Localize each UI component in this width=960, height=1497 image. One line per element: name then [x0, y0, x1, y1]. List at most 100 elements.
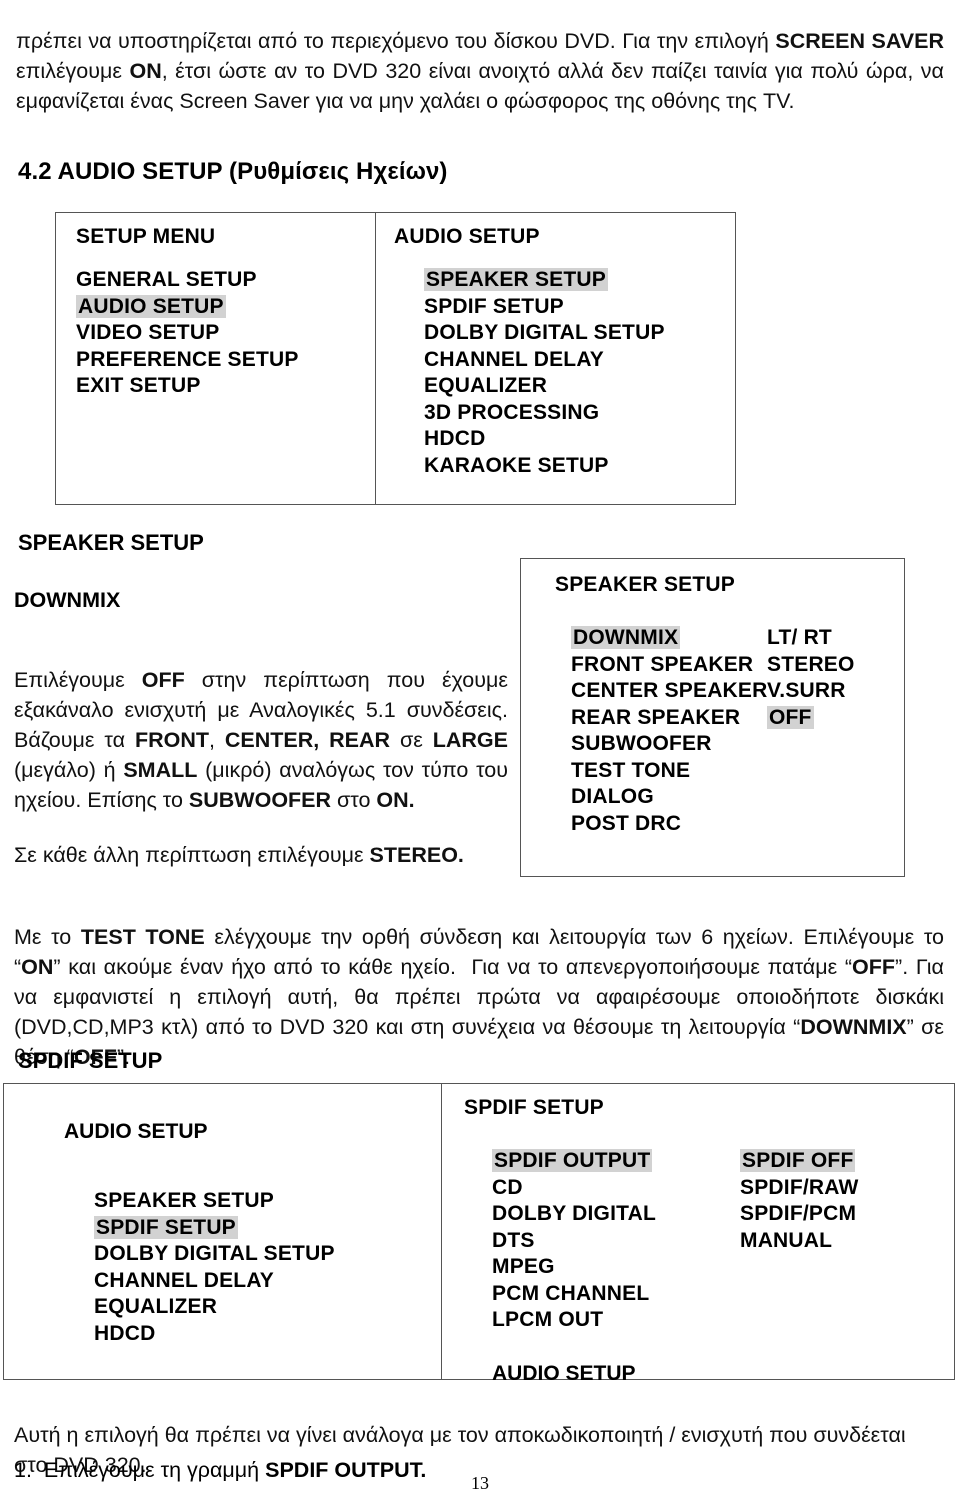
front-term: FRONT — [134, 727, 209, 752]
list-item[interactable]: PREFERENCE SETUP — [76, 347, 375, 374]
downmix-term: DOWNMIX — [800, 1014, 907, 1039]
list-item[interactable]: DOLBY DIGITAL SETUP — [424, 320, 733, 347]
table-row[interactable]: SPDIF OUTPUT SPDIF OFF — [492, 1148, 954, 1175]
spdif-label-pcm-channel: PCM CHANNEL — [492, 1281, 650, 1305]
speaker-label-front: FRONT SPEAKER — [571, 652, 754, 676]
audio-setup-list: SPEAKER SETUP SPDIF SETUP DOLBY DIGITAL … — [424, 267, 733, 479]
intro-text-b: επιλέγουμε — [16, 58, 130, 83]
audio-setup-right-pane: AUDIO SETUP SPEAKER SETUP SPDIF SETUP DO… — [375, 213, 733, 504]
table-row[interactable]: MPEG — [492, 1254, 954, 1281]
audio-item-spdif-setup: SPDIF SETUP — [424, 294, 564, 318]
section-heading: 4.2 AUDIO SETUP (Ρυθμίσεις Ηχείων) — [18, 158, 448, 185]
audio-item-3d-processing: 3D PROCESSING — [424, 400, 600, 424]
table-row[interactable]: SUBWOOFER — [571, 731, 904, 758]
speaker-label-subwoofer: SUBWOOFER — [571, 732, 712, 755]
spdif-value-spdif-pcm: SPDIF/PCM — [740, 1202, 857, 1225]
speaker-value-rear: OFF — [767, 705, 814, 732]
spdif-value-spdif-raw: SPDIF/RAW — [740, 1175, 859, 1199]
table-row[interactable]: POST DRC — [571, 811, 904, 838]
speaker-label-test-tone: TEST TONE — [571, 758, 691, 782]
audio-item-equalizer: EQUALIZER — [424, 374, 548, 397]
spdif-row-label: SPDIF OUTPUT — [492, 1148, 740, 1175]
table-row[interactable]: CENTER SPEAKER V.SURR — [571, 678, 904, 705]
list-item[interactable]: EXIT SETUP — [76, 373, 375, 400]
spdif-left-item-channel-delay: CHANNEL DELAY — [94, 1268, 274, 1292]
setup-menu-left-pane: SETUP MENU GENERAL SETUP AUDIO SETUP VID… — [56, 213, 375, 504]
off-term: OFF — [141, 667, 185, 692]
list-item[interactable]: SPDIF SETUP — [94, 1215, 441, 1242]
table-row[interactable]: DTS MANUAL — [492, 1228, 954, 1255]
spdif-left-pane: AUDIO SETUP SPEAKER SETUP SPDIF SETUP DO… — [4, 1084, 441, 1379]
list-item[interactable]: CHANNEL DELAY — [424, 347, 733, 374]
list-item[interactable]: GENERAL SETUP — [76, 267, 375, 294]
table-row[interactable]: PCM CHANNEL — [492, 1281, 954, 1308]
spdif-left-item-spdif-setup: SPDIF SETUP — [94, 1215, 238, 1239]
table-row[interactable]: CD SPDIF/RAW — [492, 1175, 954, 1202]
test-tone-term: TEST TONE — [80, 924, 205, 949]
setup-menu-item-general: GENERAL SETUP — [76, 268, 257, 291]
list-item[interactable]: CHANNEL DELAY — [94, 1268, 441, 1295]
spdif-label-dolby-digital: DOLBY DIGITAL — [492, 1202, 656, 1225]
setup-menu-item-preference: PREFERENCE SETUP — [76, 347, 299, 371]
setup-menu-item-audio: AUDIO SETUP — [76, 294, 226, 318]
list-item[interactable]: KARAOKE SETUP — [424, 453, 733, 480]
spdif-left-item-equalizer: EQUALIZER — [94, 1295, 218, 1318]
list-item[interactable]: HDCD — [94, 1321, 441, 1348]
table-row[interactable]: DOWNMIX LT/ RT — [571, 625, 904, 652]
spdif-label-dts: DTS — [492, 1228, 535, 1252]
on-term: ON — [129, 58, 162, 83]
spdif-left-list: SPEAKER SETUP SPDIF SETUP DOLBY DIGITAL … — [94, 1188, 441, 1347]
spdif-left-item-dolby-digital-setup: DOLBY DIGITAL SETUP — [94, 1242, 335, 1265]
list-item[interactable]: EQUALIZER — [424, 373, 733, 400]
sp-text-d — [319, 728, 329, 752]
speaker-label-dialog: DIALOG — [571, 785, 654, 808]
list-item[interactable]: SPEAKER SETUP — [424, 267, 733, 294]
mid-text-a: Με το — [14, 924, 81, 949]
audio-item-dolby-digital-setup: DOLBY DIGITAL SETUP — [424, 321, 665, 344]
spdif-left-item-hdcd: HDCD — [94, 1321, 156, 1345]
setup-menu-screenshot: SETUP MENU GENERAL SETUP AUDIO SETUP VID… — [55, 212, 736, 505]
spdif-label-lpcm-out: LPCM OUT — [492, 1308, 604, 1331]
table-row[interactable]: DIALOG — [571, 784, 904, 811]
list-item[interactable]: SPDIF SETUP — [424, 294, 733, 321]
table-row[interactable]: TEST TONE — [571, 758, 904, 785]
speaker-value-rear-text: OFF — [767, 705, 814, 729]
spdif-label-mpeg: MPEG — [492, 1255, 555, 1278]
list-item[interactable]: DOLBY DIGITAL SETUP — [94, 1241, 441, 1268]
small-term: SMALL — [123, 757, 198, 782]
speaker-label-post-drc: POST DRC — [571, 811, 682, 835]
intro-paragraph: πρέπει να υποστηρίζεται από το περιεχόμε… — [16, 26, 944, 116]
list-item[interactable]: SPEAKER SETUP — [94, 1188, 441, 1215]
screen-saver-term: SCREEN SAVER — [775, 28, 944, 53]
mid-text-c: ” και ακούμε έναν ήχο από το κάθε ηχείο.… — [53, 954, 853, 979]
speaker-label-center: CENTER SPEAKER — [571, 679, 768, 702]
subwoofer-term: SUBWOOFER — [188, 787, 332, 812]
spdif-left-title: AUDIO SETUP — [64, 1120, 208, 1143]
intro-text-a: πρέπει να υποστηρίζεται από το περιεχόμε… — [16, 28, 776, 53]
setup-menu-item-video: VIDEO SETUP — [76, 321, 220, 344]
spdif-value-0: SPDIF OFF — [740, 1148, 856, 1175]
spdif-value-manual: MANUAL — [740, 1228, 833, 1252]
rear-term: REAR — [329, 727, 391, 752]
page-number: 13 — [471, 1473, 489, 1493]
table-row[interactable]: LPCM OUT — [492, 1307, 954, 1334]
table-row[interactable]: REAR SPEAKER OFF — [571, 705, 904, 732]
table-row[interactable]: FRONT SPEAKER STEREO — [571, 652, 904, 679]
spdif-value-spdif-off: SPDIF OFF — [740, 1149, 856, 1172]
list-item[interactable]: AUDIO SETUP — [76, 294, 375, 321]
speaker-row-label: DOWNMIX — [571, 625, 767, 652]
sp-text-a: Επιλέγουμε — [14, 667, 142, 692]
spdif-left-item-speaker-setup: SPEAKER SETUP — [94, 1189, 274, 1212]
list-item[interactable]: 3D PROCESSING — [424, 400, 733, 427]
table-row[interactable]: DOLBY DIGITAL SPDIF/PCM — [492, 1201, 954, 1228]
spdif-footer-audio-setup[interactable]: AUDIO SETUP — [492, 1362, 954, 1386]
list-item[interactable]: EQUALIZER — [94, 1294, 441, 1321]
list-item[interactable]: HDCD — [424, 426, 733, 453]
sp-text-e: σε — [390, 727, 433, 752]
downmix-subheading: DOWNMIX — [14, 588, 121, 612]
list-item[interactable]: VIDEO SETUP — [76, 320, 375, 347]
document-page: πρέπει να υποστηρίζεται από το περιεχόμε… — [0, 0, 960, 1497]
audio-item-speaker-setup: SPEAKER SETUP — [424, 268, 608, 291]
center-term: CENTER, — [224, 727, 320, 752]
